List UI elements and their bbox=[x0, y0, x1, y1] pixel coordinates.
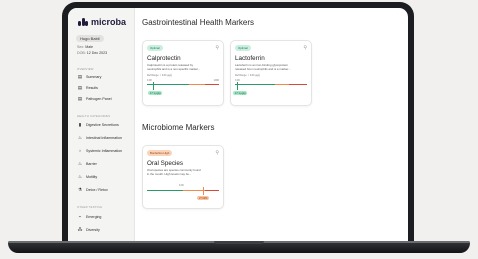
gi-markers-heading: Gastrointestinal Health Markers bbox=[142, 18, 255, 27]
section-overview-label: OVERVIEW bbox=[77, 67, 94, 71]
sidebar-item-digestive-secretions[interactable]: ▮ Digestive Secretions bbox=[77, 122, 119, 128]
main-content: Gastrointestinal Health Markers Optimal … bbox=[134, 8, 408, 241]
section-health-label: HEALTH CATEGORIES bbox=[77, 114, 111, 118]
card-title: Oral Species bbox=[147, 160, 184, 167]
range-bar-borderline bbox=[275, 84, 289, 85]
microba-logo-icon bbox=[78, 18, 88, 26]
status-badge: Optimal bbox=[235, 45, 251, 51]
brand-logo[interactable]: microba bbox=[78, 17, 126, 27]
value-pill: 17.1 µg/g bbox=[233, 91, 248, 95]
digestive-icon: ▮ bbox=[78, 122, 82, 127]
status-badge: Optimal bbox=[147, 45, 163, 51]
sidebar-item-results[interactable]: ▤ Results bbox=[77, 85, 98, 91]
sidebar-item-motility[interactable]: ♨ Motility bbox=[77, 174, 97, 180]
range-bar-borderline bbox=[189, 84, 205, 85]
fire-icon: ♨ bbox=[78, 135, 82, 140]
systemic-icon: ♁ bbox=[78, 148, 82, 153]
card-description: Lactoferrin is an iron-binding glycoprot… bbox=[235, 63, 291, 71]
value-marker bbox=[203, 187, 204, 195]
scale-min-label: 0.00 bbox=[147, 79, 152, 82]
sidebar: microba Hugo Babil Sex: Male DOB: 12 Dec… bbox=[68, 8, 135, 241]
sidebar-item-barrier[interactable]: ♨ Barrier bbox=[77, 161, 97, 167]
marker-card-oral-species[interactable]: Borderline High ⚲ Oral Species Oral spec… bbox=[142, 145, 224, 209]
document-icon: ▤ bbox=[77, 96, 83, 101]
sidebar-item-intestinal-inflammation[interactable]: ♨ Intestinal Inflammation bbox=[77, 135, 122, 141]
status-badge: Borderline High bbox=[147, 150, 173, 156]
patient-sex: Sex: Male bbox=[77, 45, 93, 49]
laptop-notch bbox=[214, 241, 264, 244]
diversity-icon: ⁂ bbox=[77, 227, 83, 232]
range-bar-optimal bbox=[147, 190, 183, 191]
marker-card-calprotectin[interactable]: Optimal ⚲ Calprotectin Calprotectin is a… bbox=[142, 40, 224, 106]
laptop-bezel: microba Hugo Babil Sex: Male DOB: 12 Dec… bbox=[62, 2, 414, 247]
range-bar-borderline bbox=[183, 190, 205, 191]
value-marker bbox=[237, 82, 238, 90]
emerging-icon: ⌁ bbox=[78, 214, 82, 219]
app-screen: microba Hugo Babil Sex: Male DOB: 12 Dec… bbox=[68, 8, 408, 241]
sidebar-item-diversity[interactable]: ⁂ Diversity bbox=[77, 227, 100, 233]
value-marker bbox=[153, 82, 154, 90]
chart-icon[interactable]: ⚲ bbox=[215, 150, 219, 156]
patient-name-pill[interactable]: Hugo Babil bbox=[76, 35, 104, 42]
range-bar-optimal bbox=[235, 84, 275, 85]
document-icon: ▤ bbox=[77, 74, 83, 79]
document-icon: ▤ bbox=[77, 85, 83, 90]
value-pill: 27.00% bbox=[197, 196, 210, 200]
reference-range: Ref Range: > 0.00 µg/g bbox=[235, 74, 260, 77]
range-bar-high bbox=[205, 190, 219, 191]
card-description: Oral species are species commonly found … bbox=[147, 168, 201, 176]
sidebar-item-systemic-inflammation[interactable]: ♁ Systemic Inflammation bbox=[77, 148, 122, 153]
marker-card-lactoferrin[interactable]: Optimal ⚲ Lactoferrin Lactoferrin is an … bbox=[230, 40, 312, 106]
scale-max-label: 1000 bbox=[213, 79, 219, 82]
section-other-label: OTHER TESTING bbox=[77, 205, 103, 209]
brand-name: microba bbox=[91, 17, 127, 27]
sidebar-item-detox-retox[interactable]: ⚗ Detox / Retox bbox=[77, 187, 108, 193]
motility-icon: ♨ bbox=[78, 174, 82, 179]
patient-dob: DOB: 12 Dec 2023 bbox=[77, 51, 108, 55]
sidebar-item-pathogen-panel[interactable]: ▤ Pathogen Panel bbox=[77, 96, 112, 102]
scale-mid-label: 9.00 bbox=[179, 184, 184, 187]
laptop-base bbox=[8, 243, 470, 253]
card-title: Lactoferrin bbox=[235, 55, 265, 62]
value-pill: 17.1 µg/g bbox=[148, 91, 163, 95]
range-bar-high bbox=[205, 84, 219, 85]
sidebar-item-emerging[interactable]: ⌁ Emerging bbox=[77, 214, 102, 220]
microbiome-markers-heading: Microbiome Markers bbox=[142, 123, 215, 132]
range-bar-high bbox=[289, 84, 307, 85]
chart-icon[interactable]: ⚲ bbox=[215, 45, 219, 51]
reference-range: Ref Range: > 0.00 µg/g bbox=[147, 74, 172, 77]
card-title: Calprotectin bbox=[147, 55, 181, 62]
barrier-icon: ♨ bbox=[78, 161, 82, 166]
detox-icon: ⚗ bbox=[78, 187, 82, 192]
card-description: Calprotectin is a protein released by ne… bbox=[147, 63, 201, 71]
chart-icon[interactable]: ⚲ bbox=[303, 45, 307, 51]
sidebar-item-summary[interactable]: ▤ Summary bbox=[77, 74, 101, 80]
